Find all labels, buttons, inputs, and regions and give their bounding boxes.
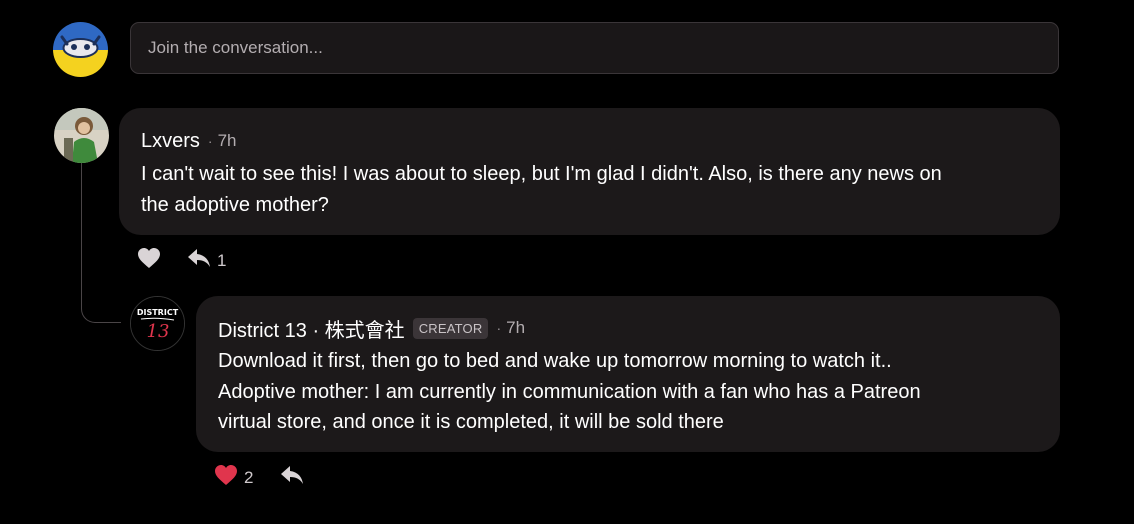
meta-separator: · <box>496 320 502 336</box>
reply-body: Download it first, then go to bed and wa… <box>218 346 1038 438</box>
thread-connector-line <box>81 163 121 323</box>
reply-author[interactable]: District 13 · 株式會社 <box>218 314 405 343</box>
reply-count: 1 <box>217 250 227 270</box>
reply-arrow-icon <box>187 247 211 274</box>
meta-separator: · <box>207 133 213 149</box>
reply-timestamp[interactable]: 7h <box>506 318 525 338</box>
reply-button[interactable]: 1 <box>187 247 226 274</box>
comment-body: I can't wait to see this! I was about to… <box>141 159 1038 220</box>
comment-input-placeholder: Join the conversation... <box>148 38 323 57</box>
comment-line: I can't wait to see this! I was about to… <box>141 163 942 185</box>
reply-line: Adoptive mother: I am currently in commu… <box>218 380 921 403</box>
creator-badge: CREATOR <box>412 317 489 339</box>
current-user-avatar[interactable] <box>53 22 108 77</box>
svg-text:DISTRICT: DISTRICT <box>137 308 179 317</box>
reply-meta: District 13 · 株式會社 CREATOR · 7h <box>218 314 1038 343</box>
like-button[interactable] <box>137 247 161 274</box>
reply-arrow-icon <box>280 464 304 491</box>
comment-meta: Lxvers · 7h <box>141 128 1038 154</box>
heart-icon <box>137 247 161 274</box>
reply-line: Download it first, then go to bed and wa… <box>218 350 892 372</box>
reply-bubble: District 13 · 株式會社 CREATOR · 7h Download… <box>196 296 1060 452</box>
comment-line: the adoptive mother? <box>141 193 329 216</box>
comment-bubble: Lxvers · 7h I can't wait to see this! I … <box>119 108 1060 235</box>
comment-input[interactable]: Join the conversation... <box>130 22 1059 74</box>
svg-text:13: 13 <box>147 321 170 342</box>
heart-icon <box>214 464 238 491</box>
like-button[interactable]: 2 <box>214 464 253 491</box>
creator-avatar[interactable]: DISTRICT 13 <box>130 296 185 351</box>
comment-author[interactable]: Lxvers <box>141 130 200 153</box>
commenter-avatar[interactable] <box>54 108 109 163</box>
comment-timestamp[interactable]: 7h <box>218 131 237 151</box>
like-count: 2 <box>244 467 254 487</box>
reply-line: virtual store, and once it is completed,… <box>218 411 724 433</box>
reply-button[interactable] <box>280 464 304 491</box>
